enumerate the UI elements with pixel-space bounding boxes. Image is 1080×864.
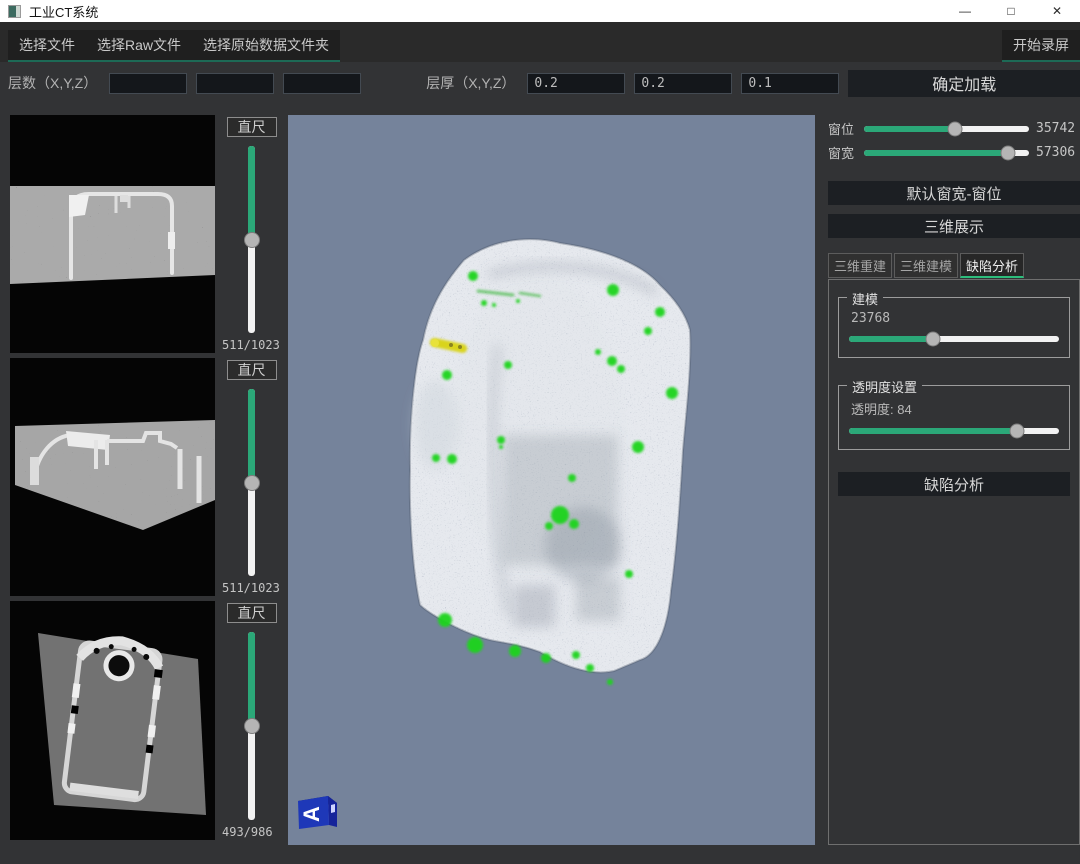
window-level-label: 窗位 (828, 119, 858, 138)
opacity-slider-fill (849, 428, 1017, 434)
window-level-fill (864, 126, 955, 132)
confirm-load-button[interactable]: 确定加载 (848, 70, 1080, 97)
minimize-button[interactable]: — (942, 0, 988, 22)
record-group: 开始录屏 (1002, 30, 1080, 62)
modeling-slider[interactable] (849, 336, 1059, 342)
window-level-handle[interactable] (947, 121, 962, 136)
ct-slice-image-z (10, 601, 215, 840)
slice-view-row-y: 直尺 511/1023 (10, 358, 288, 596)
ruler-label-x: 直尺 (227, 117, 277, 137)
opacity-value-label: 透明度: 84 (851, 399, 1059, 418)
opacity-group-title: 透明度设置 (847, 377, 922, 396)
slice-counter-y: 511/1023 (215, 581, 280, 596)
slice-slider-fill-y (248, 389, 255, 483)
defect-analysis-panel: 建模 23768 透明度设置 透明度: 84 缺陷分析 (828, 279, 1080, 845)
toolbar: 选择文件 选择Raw文件 选择原始数据文件夹 开始录屏 (0, 22, 1080, 62)
tab-3d-modeling[interactable]: 三维建模 (894, 253, 958, 278)
slice-slider-column-z: 直尺 493/986 (215, 601, 288, 840)
window-level-value: 35742 (1036, 121, 1080, 136)
thickness-y-input[interactable] (634, 73, 732, 94)
thickness-z-input[interactable] (741, 73, 839, 94)
slice-slider-fill-x (248, 146, 255, 240)
layers-z-input[interactable] (283, 73, 361, 94)
ruler-label-z: 直尺 (227, 603, 277, 623)
slice-slider-x[interactable] (248, 146, 255, 333)
opacity-groupbox: 透明度设置 透明度: 84 (838, 385, 1070, 450)
default-window-button[interactable]: 默认窗宽-窗位 (828, 181, 1080, 205)
3d-viewport[interactable]: A (288, 115, 815, 845)
slice-slider-handle-x[interactable] (244, 232, 260, 248)
title-bar: 工业CT系统 — □ ✕ (0, 0, 1080, 22)
opacity-slider-handle[interactable] (1010, 424, 1025, 439)
3d-render: A (288, 115, 815, 845)
layers-y-input[interactable] (196, 73, 274, 94)
modeling-group-title: 建模 (847, 289, 883, 308)
slice-slider-fill-z (248, 632, 255, 726)
right-panel: 窗位 35742 窗宽 57306 默认窗宽-窗位 三维展示 三维重建 三 (828, 115, 1080, 845)
select-file-button[interactable]: 选择文件 (8, 30, 86, 60)
window-width-fill (864, 150, 1008, 156)
layers-x-input[interactable] (109, 73, 187, 94)
slice-slider-handle-z[interactable] (244, 718, 260, 734)
orientation-label: A (299, 806, 324, 822)
app-window: 工业CT系统 — □ ✕ 选择文件 选择Raw文件 选择原始数据文件夹 开始录屏… (0, 0, 1080, 864)
start-record-button[interactable]: 开始录屏 (1002, 30, 1080, 60)
slice-slider-y[interactable] (248, 389, 255, 576)
window-width-slider[interactable] (864, 150, 1029, 156)
defect-analysis-button[interactable]: 缺陷分析 (838, 472, 1070, 496)
app-icon (8, 5, 21, 18)
window-controls: — □ ✕ (942, 0, 1080, 22)
window-level-slider[interactable] (864, 126, 1029, 132)
modeling-groupbox: 建模 23768 (838, 297, 1070, 358)
slice-slider-handle-y[interactable] (244, 475, 260, 491)
slice-view-column: 直尺 511/1023 (10, 115, 288, 845)
window-title: 工业CT系统 (29, 2, 98, 21)
select-raw-file-button[interactable]: 选择Raw文件 (86, 30, 192, 60)
ruler-label-y: 直尺 (227, 360, 277, 380)
slice-slider-z[interactable] (248, 632, 255, 820)
thickness-x-input[interactable] (527, 73, 625, 94)
orientation-cube[interactable]: A (298, 796, 337, 829)
slice-slider-column-y: 直尺 511/1023 (215, 358, 288, 596)
tab-bar: 三维重建 三维建模 缺陷分析 (828, 253, 1080, 278)
layers-label: 层数（X,Y,Z） (8, 73, 97, 93)
3d-display-button[interactable]: 三维展示 (828, 214, 1080, 238)
parameter-row: 层数（X,Y,Z） 层厚（X,Y,Z） 确定加载 (0, 62, 1080, 104)
opacity-slider[interactable] (849, 428, 1059, 434)
file-button-group: 选择文件 选择Raw文件 选择原始数据文件夹 (8, 30, 340, 62)
close-button[interactable]: ✕ (1034, 0, 1080, 22)
slice-counter-z: 493/986 (215, 825, 273, 840)
window-width-value: 57306 (1036, 145, 1080, 160)
slice-slider-column-x: 直尺 511/1023 (215, 115, 288, 353)
ct-slice-image-y (10, 358, 215, 596)
ct-slice-image-x (10, 115, 215, 353)
slice-view-row-x: 直尺 511/1023 (10, 115, 288, 353)
tab-3d-reconstruction[interactable]: 三维重建 (828, 253, 892, 278)
slice-counter-x: 511/1023 (215, 338, 280, 353)
window-width-handle[interactable] (1000, 145, 1015, 160)
tab-defect-analysis[interactable]: 缺陷分析 (960, 253, 1024, 278)
window-width-row: 窗宽 57306 (828, 144, 1080, 161)
thickness-label: 层厚（X,Y,Z） (426, 73, 515, 93)
window-level-row: 窗位 35742 (828, 120, 1080, 137)
select-raw-folder-button[interactable]: 选择原始数据文件夹 (192, 30, 340, 60)
main-area: 直尺 511/1023 (0, 104, 1080, 845)
window-width-label: 窗宽 (828, 143, 858, 162)
modeling-value: 23768 (851, 311, 1059, 326)
modeling-slider-fill (849, 336, 933, 342)
slice-view-row-z: 直尺 493/986 (10, 601, 288, 840)
maximize-button[interactable]: □ (988, 0, 1034, 22)
modeling-slider-handle[interactable] (926, 332, 941, 347)
